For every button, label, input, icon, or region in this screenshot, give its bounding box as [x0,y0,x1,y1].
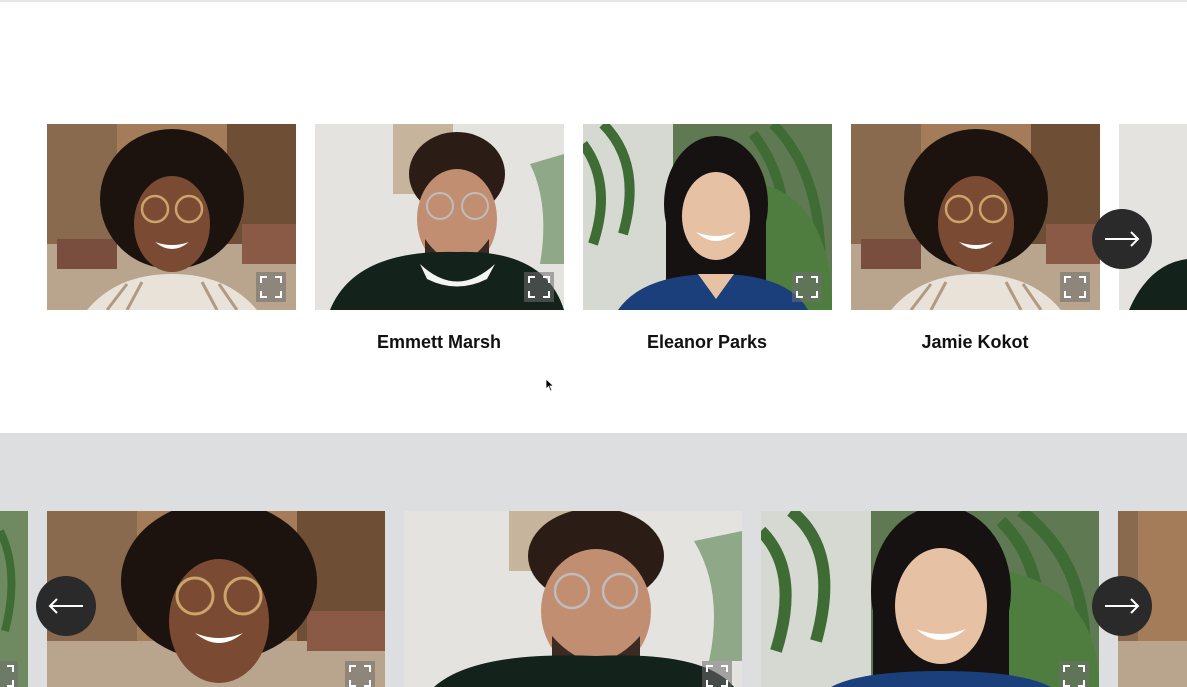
arrow-left-icon [48,598,83,614]
expand-icon[interactable] [702,661,732,687]
carousel-slide[interactable] [315,124,564,310]
portrait-photo [47,511,385,687]
carousel-slide[interactable] [583,124,832,310]
team-carousel-bottom [0,433,1187,687]
carousel-slide[interactable] [0,511,28,687]
next-slide-button[interactable] [1092,576,1152,636]
expand-icon[interactable] [0,661,18,687]
expand-icon[interactable] [345,661,375,687]
page: Emmett Marsh Eleanor Parks Jamie Kokot [0,0,1187,687]
carousel-slide[interactable] [47,124,296,310]
expand-icon[interactable] [256,272,286,302]
expand-icon[interactable] [524,272,554,302]
previous-slide-button[interactable] [36,576,96,636]
portrait-photo [404,511,742,687]
expand-icon[interactable] [792,272,822,302]
next-slide-button[interactable] [1092,209,1152,269]
carousel-slide[interactable] [404,511,742,687]
expand-icon[interactable] [1060,272,1090,302]
carousel-slide[interactable] [47,511,385,687]
person-name: Jamie Kokot [921,332,1029,352]
carousel-slide[interactable] [761,511,1099,687]
portrait-photo [761,511,1099,687]
mouse-cursor-icon [545,378,555,392]
arrow-right-icon [1105,598,1140,614]
person-name: Emmett Marsh [376,332,502,352]
person-name: Eleanor Parks [646,332,768,352]
arrow-right-icon [1105,231,1140,247]
expand-icon[interactable] [1059,661,1089,687]
team-carousel-top: Emmett Marsh Eleanor Parks Jamie Kokot [0,2,1187,433]
carousel-slide[interactable] [851,124,1100,310]
